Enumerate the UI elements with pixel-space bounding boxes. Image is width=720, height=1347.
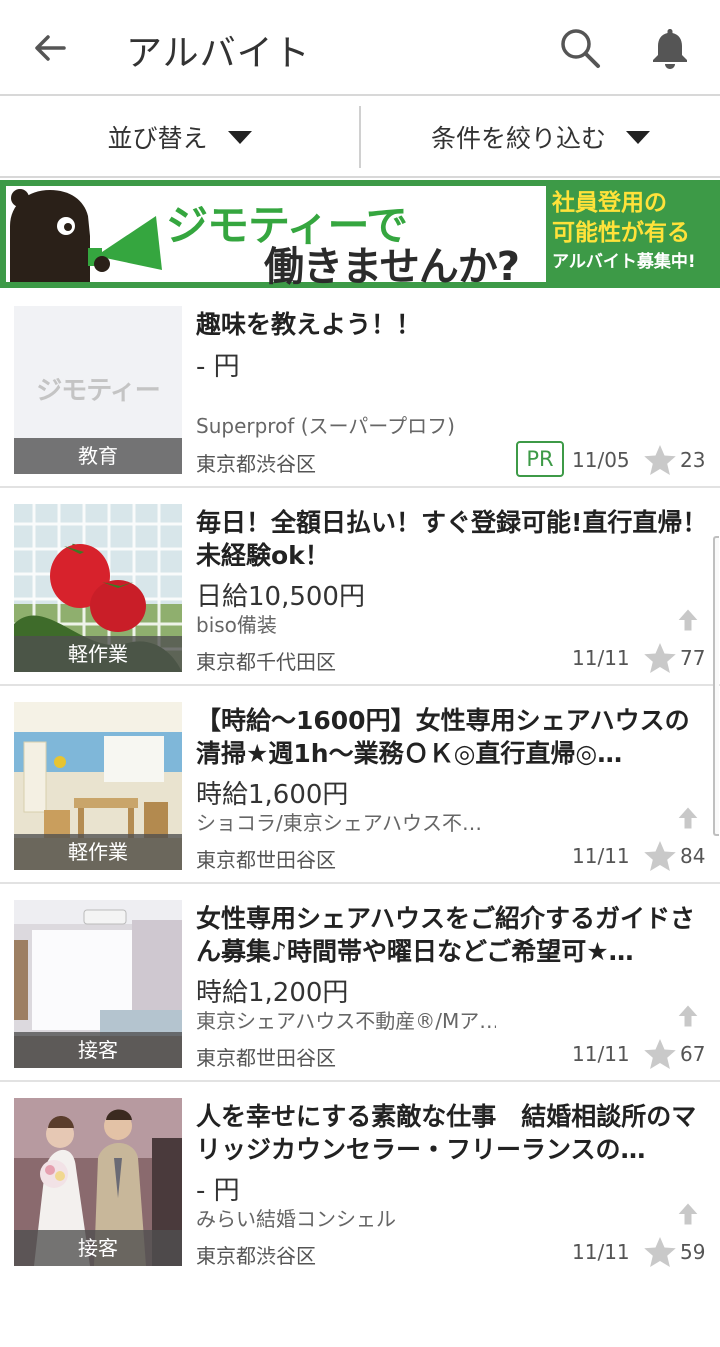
filter-bar: 並び替え 条件を絞り込む: [0, 98, 720, 178]
banner-side-text: 社員登用の 可能性が有る アルバイト募集中!: [552, 188, 718, 276]
category-label: 教育: [14, 438, 182, 474]
listing-company: biso備装: [196, 613, 277, 637]
mascot-megaphone-image: [10, 189, 162, 282]
pr-badge: PR: [516, 441, 564, 477]
listing-company: ショコラ/東京シェアハウス不…: [196, 811, 482, 835]
listing-thumbnail: 軽作業: [14, 702, 182, 870]
listing-company: みらい結婚コンシェル: [196, 1207, 396, 1231]
sort-label: 並び替え: [107, 124, 208, 153]
banner-white-panel: ジモティーで 働きませんか?: [6, 186, 546, 290]
listing-item[interactable]: 軽作業 毎日！全額日払い！すぐ登録可能!直行直帰！未経験ok！ 日給10,500…: [0, 488, 720, 686]
search-button[interactable]: [552, 20, 608, 76]
listing-date: 11/11: [572, 646, 630, 670]
listing-title: 人を幸せにする素敵な仕事 結婚相談所のマリッジカウンセラー・フリーランスの…: [196, 1102, 697, 1164]
banner-side-line-1: 社員登用の: [552, 190, 667, 216]
listing-location: 東京都千代田区: [196, 650, 336, 674]
star-icon: [644, 1237, 676, 1267]
listing-thumbnail: 接客: [14, 1098, 182, 1266]
listing-item[interactable]: ジモティー 教育 趣味を教えよう！！ - 円 Superprof (スーパープロ…: [0, 290, 720, 488]
listing-title: 趣味を教えよう！！: [196, 310, 422, 339]
star-icon: [644, 643, 676, 673]
bump-up-icon[interactable]: [674, 804, 702, 832]
arrow-left-icon: [35, 35, 66, 61]
search-icon: [561, 29, 600, 68]
listing-item[interactable]: 軽作業 【時給～1600円】女性専用シェアハウスの清掃★週1h～業務ＯＫ◎直行直…: [0, 686, 720, 884]
listing-company: Superprof (スーパープロフ): [196, 414, 455, 438]
listing-item[interactable]: 接客 人を幸せにする素敵な仕事 結婚相談所のマリッジカウンセラー・フリーランスの…: [0, 1082, 720, 1280]
listing-price: - 円: [196, 1176, 240, 1206]
banner-headline-2: 働きませんか?: [264, 244, 520, 290]
favorite-count: 67: [680, 1042, 706, 1066]
listing-item[interactable]: 接客 女性専用シェアハウスをご紹介するガイドさん募集♪時間帯や曜日などご希望可★…: [0, 884, 720, 1082]
listing-date: 11/11: [572, 1240, 630, 1264]
dropdown-triangle-icon: [626, 130, 650, 144]
listing-price: 日給10,500円: [196, 582, 365, 612]
category-label: 接客: [14, 1230, 182, 1266]
star-icon: [644, 841, 676, 871]
listing-price: 時給1,200円: [196, 978, 349, 1008]
favorite-count: 77: [680, 646, 706, 670]
star-icon: [644, 1039, 676, 1069]
listing-price: - 円: [196, 352, 240, 382]
banner-side-line-3: アルバイト募集中!: [552, 252, 696, 272]
sort-button[interactable]: 並び替え: [0, 98, 359, 176]
listing-title: 女性専用シェアハウスをご紹介するガイドさん募集♪時間帯や曜日などご希望可★…: [196, 904, 696, 966]
bump-up-icon[interactable]: [674, 606, 702, 634]
listing-location: 東京都渋谷区: [196, 452, 316, 476]
scrollbar[interactable]: [713, 536, 719, 836]
listing-location: 東京都世田谷区: [196, 848, 336, 872]
narrow-filter-label: 条件を絞り込む: [430, 124, 606, 153]
listing-date: 11/11: [572, 844, 630, 868]
dropdown-triangle-icon: [227, 130, 252, 144]
favorite-button[interactable]: 84: [642, 836, 714, 876]
bump-up-icon[interactable]: [674, 1200, 702, 1228]
favorite-count: 84: [680, 844, 706, 868]
page-title: アルバイト: [126, 33, 311, 74]
banner-side-line-2: 可能性が有る: [552, 220, 690, 246]
listing-thumbnail: ジモティー 教育: [14, 306, 182, 474]
category-label: 接客: [14, 1032, 182, 1068]
favorite-button[interactable]: 77: [642, 638, 714, 678]
listing-title: 【時給～1600円】女性専用シェアハウスの清掃★週1h～業務ＯＫ◎直行直帰◎…: [196, 706, 690, 768]
favorite-button[interactable]: 67: [642, 1034, 714, 1074]
listing-thumbnail: 軽作業: [14, 504, 182, 672]
listing-thumbnail: 接客: [14, 900, 182, 1068]
back-button[interactable]: [22, 22, 78, 74]
bell-icon: [653, 29, 687, 69]
favorite-count: 23: [680, 448, 706, 472]
listing-title: 毎日！全額日払い！すぐ登録可能!直行直帰！未経験ok！: [196, 508, 708, 570]
category-label: 軽作業: [14, 834, 182, 870]
app-bar: アルバイト: [0, 0, 720, 96]
recruit-banner[interactable]: ジモティーで 働きませんか? 社員登用の 可能性が有る アルバイト募集中!: [0, 180, 720, 290]
listing-date: 11/05: [572, 448, 630, 472]
listing-date: 11/11: [572, 1042, 630, 1066]
favorite-button[interactable]: 59: [642, 1232, 714, 1272]
narrow-filter-button[interactable]: 条件を絞り込む: [361, 98, 720, 176]
favorite-count: 59: [680, 1240, 706, 1264]
jmty-logo: ジモティー: [36, 376, 160, 406]
bump-up-icon[interactable]: [674, 1002, 702, 1030]
category-label: 軽作業: [14, 636, 182, 672]
notifications-button[interactable]: [640, 20, 700, 76]
favorite-button[interactable]: 23: [642, 440, 714, 480]
star-icon: [644, 445, 676, 475]
listing-company: 東京シェアハウス不動産®/Mア…: [196, 1009, 496, 1033]
listing-location: 東京都渋谷区: [196, 1244, 316, 1268]
listing-price: 時給1,600円: [196, 780, 349, 810]
listing-location: 東京都世田谷区: [196, 1046, 336, 1070]
